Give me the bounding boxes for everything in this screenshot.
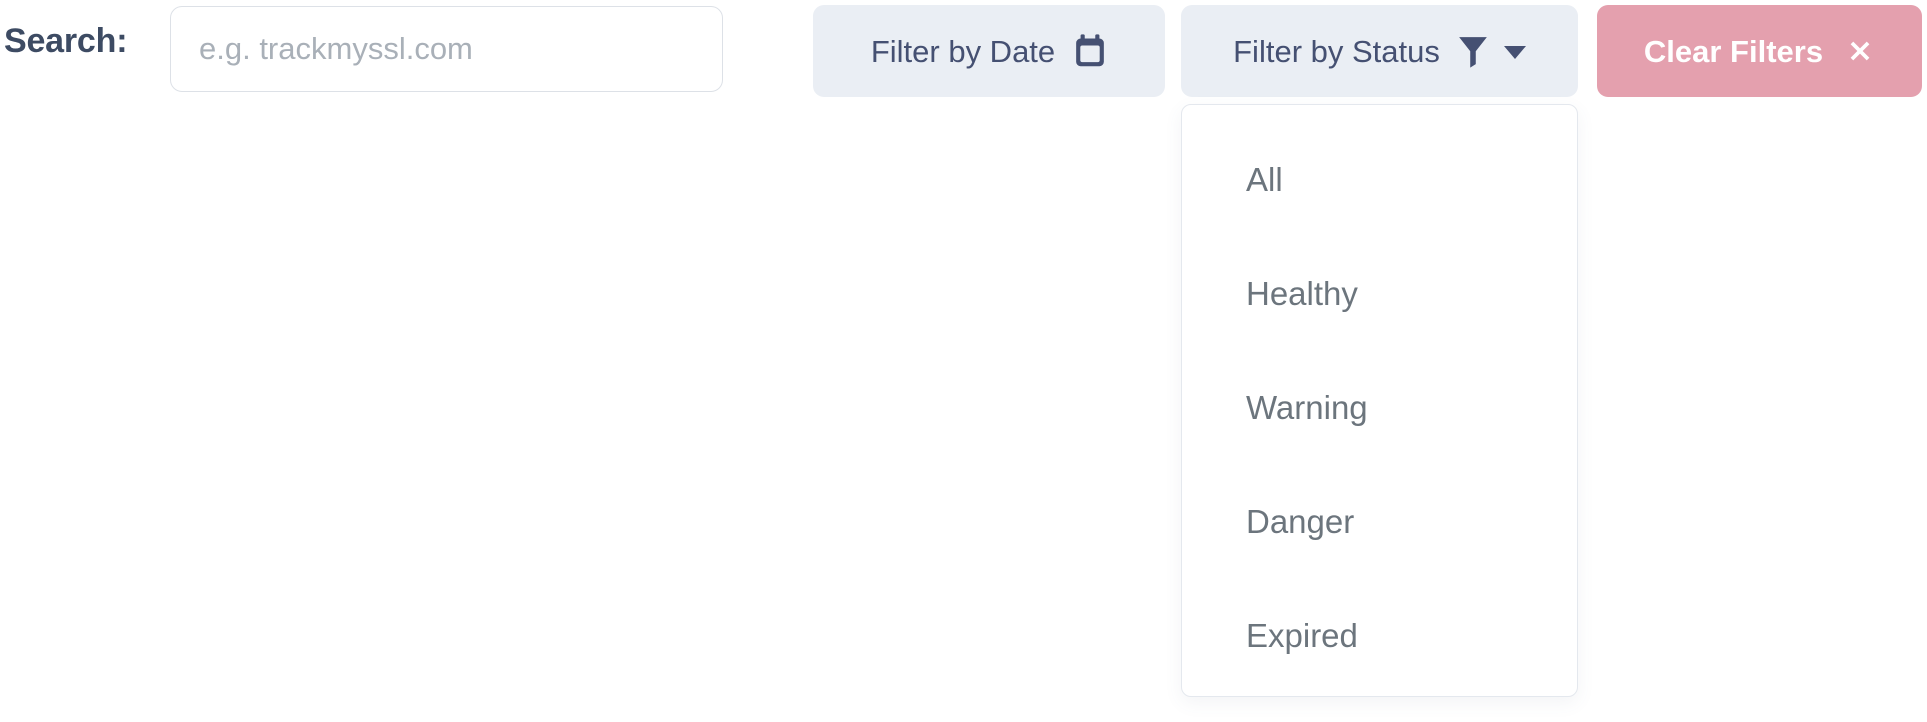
chevron-down-icon: [1503, 46, 1526, 59]
status-option-label: Healthy: [1246, 275, 1358, 312]
close-x-icon: [1845, 36, 1875, 66]
search-input[interactable]: [170, 6, 723, 92]
filter-by-date-button[interactable]: Filter by Date: [813, 5, 1165, 97]
funnel-icon: [1456, 33, 1490, 69]
search-label: Search:: [4, 22, 128, 60]
status-option-label: Danger: [1246, 503, 1355, 540]
status-option-label: All: [1246, 161, 1283, 198]
filter-by-date-label: Filter by Date: [870, 33, 1056, 69]
status-option-label: Warning: [1246, 389, 1368, 426]
filter-by-status-label: Filter by Status: [1233, 33, 1440, 69]
filter-toolbar: Search: Filter by Date Filter by Status …: [0, 0, 1927, 104]
status-option-label: Expired: [1246, 617, 1358, 654]
status-option-healthy[interactable]: Healthy: [1182, 237, 1577, 351]
clear-filters-label: Clear Filters: [1643, 33, 1824, 69]
status-option-danger[interactable]: Danger: [1182, 465, 1577, 579]
filter-by-status-button[interactable]: Filter by Status: [1181, 5, 1578, 97]
status-option-warning[interactable]: Warning: [1182, 351, 1577, 465]
status-option-expired[interactable]: Expired: [1182, 579, 1577, 693]
status-filter-dropdown: All Healthy Warning Danger Expired: [1181, 104, 1578, 697]
calendar-icon: [1073, 33, 1107, 69]
clear-filters-button[interactable]: Clear Filters: [1597, 5, 1922, 97]
status-option-all[interactable]: All: [1182, 123, 1577, 237]
